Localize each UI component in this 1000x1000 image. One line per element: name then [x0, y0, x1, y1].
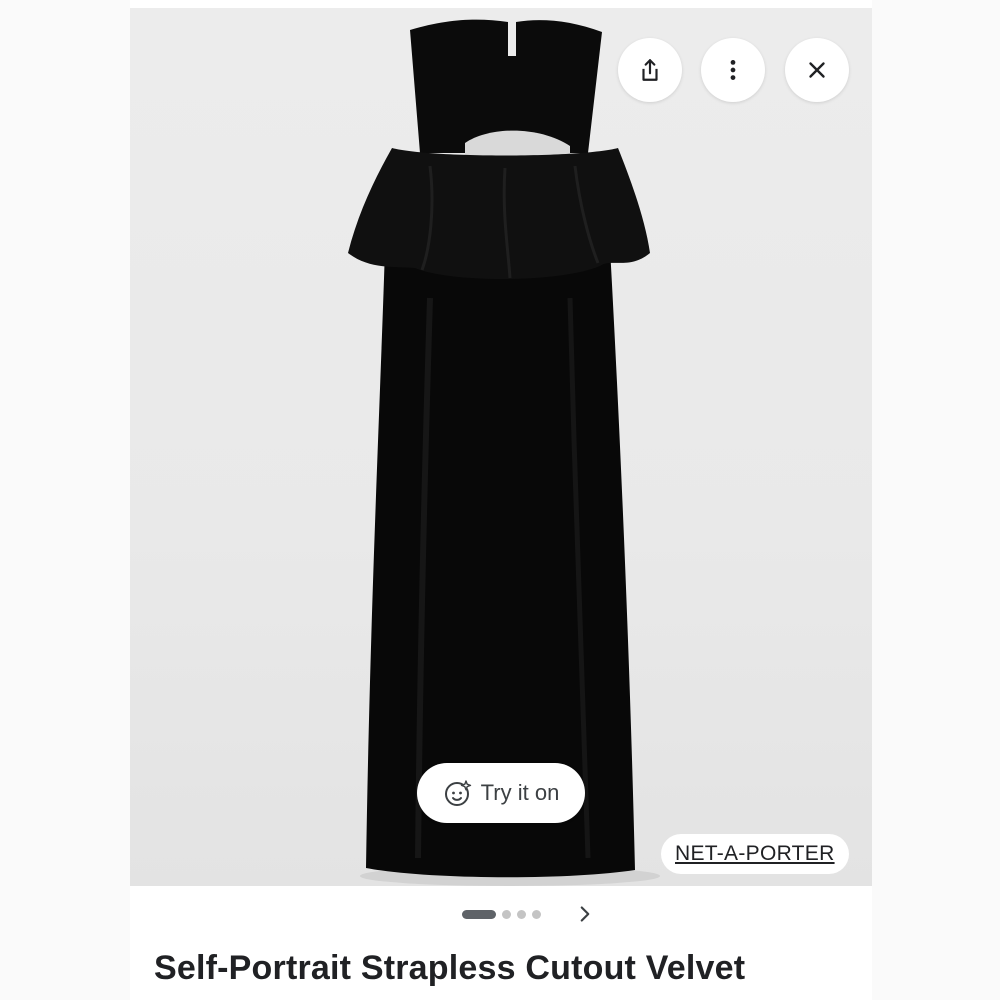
dress-image	[348, 19, 660, 886]
product-image[interactable]: Try it on NET-A-PORTER	[130, 8, 872, 886]
more-vertical-icon	[730, 60, 736, 80]
pager-dot[interactable]	[531, 909, 541, 919]
pager-dot-active[interactable]	[461, 909, 496, 919]
share-icon	[642, 59, 658, 81]
pager-dot[interactable]	[516, 909, 526, 919]
product-card: Try it on NET-A-PORTER Self-Portrait Str…	[130, 0, 872, 1000]
pager-dots	[461, 909, 541, 919]
try-it-on-label: Try it on	[480, 780, 560, 805]
close-button[interactable]	[785, 38, 849, 102]
more-options-button[interactable]	[701, 38, 765, 102]
page-gutter-right	[872, 0, 1000, 1000]
share-button[interactable]	[618, 38, 682, 102]
source-link[interactable]: NET-A-PORTER	[661, 834, 849, 874]
page-gutter-left	[0, 0, 130, 1000]
product-title: Self-Portrait Strapless Cutout Velvet	[154, 949, 746, 987]
close-icon	[809, 62, 825, 78]
source-label: NET-A-PORTER	[675, 842, 835, 865]
face-sparkle-icon	[444, 780, 471, 806]
try-it-on-button[interactable]: Try it on	[417, 763, 585, 823]
pager-dot[interactable]	[501, 909, 511, 919]
image-pager	[130, 896, 872, 932]
chevron-right-icon[interactable]	[572, 901, 598, 927]
